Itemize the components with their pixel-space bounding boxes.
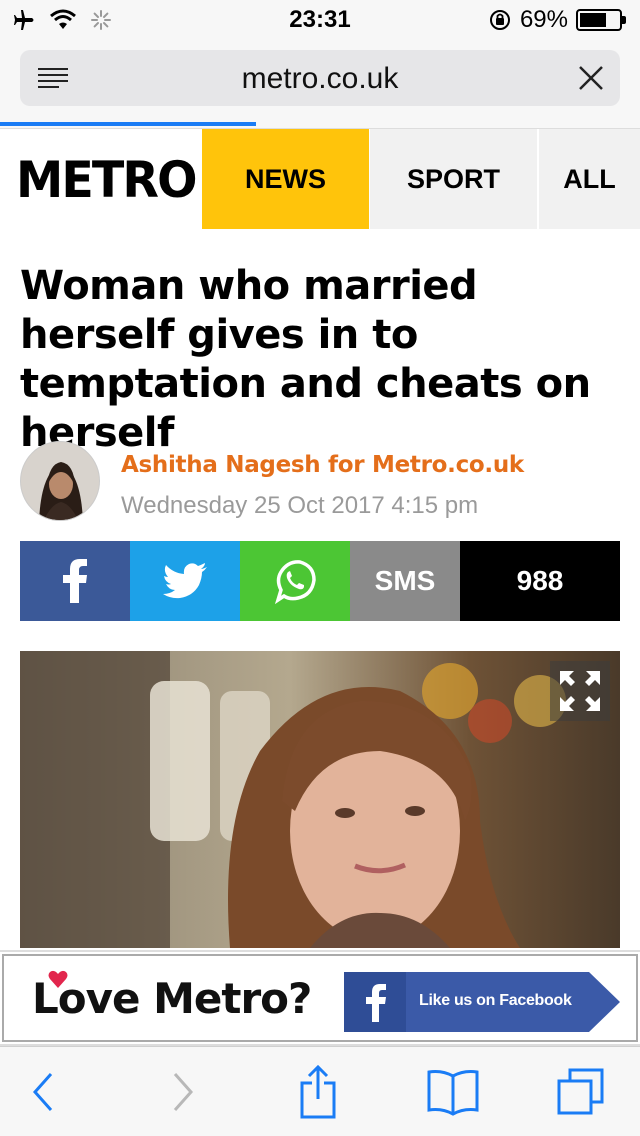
forward-button[interactable] — [158, 1067, 208, 1117]
author-avatar[interactable] — [20, 441, 100, 521]
activity-spinner-icon — [91, 10, 111, 30]
expand-image-button[interactable] — [550, 661, 610, 721]
status-right: 69% — [488, 6, 628, 33]
rotation-lock-icon — [489, 10, 510, 30]
reader-menu-icon[interactable] — [38, 68, 68, 90]
metro-logo[interactable]: METRO — [16, 151, 197, 209]
site-nav: METRO NEWS SPORT ALL — [0, 128, 640, 229]
tab-all[interactable]: ALL — [539, 129, 640, 229]
status-left — [12, 8, 112, 32]
expand-icon — [560, 671, 600, 711]
close-icon[interactable] — [576, 63, 606, 93]
battery-percent: 69% — [519, 6, 568, 33]
share-bar: SMS 988 — [20, 541, 620, 621]
facebook-share-button[interactable] — [20, 541, 130, 621]
whatsapp-icon — [274, 560, 316, 604]
back-button[interactable] — [18, 1067, 68, 1117]
facebook-like-label: Like us on Facebook — [419, 992, 572, 1009]
address-bar[interactable]: metro.co.uk — [20, 50, 620, 106]
tab-news[interactable]: NEWS — [202, 129, 369, 229]
forward-icon — [173, 1073, 194, 1111]
address-bar-container: metro.co.uk — [0, 40, 640, 122]
status-bar: 23:31 69% — [0, 0, 640, 40]
article-headline: Woman who married herself gives in to te… — [20, 263, 591, 456]
facebook-icon — [63, 559, 87, 603]
ad-love-metro-text: Love Metro? — [32, 974, 312, 1023]
heart-icon — [48, 970, 68, 988]
sms-label: SMS — [374, 565, 436, 596]
airplane-icon — [14, 10, 34, 30]
sms-share-button[interactable]: SMS — [350, 541, 460, 621]
address-url: metro.co.uk — [241, 62, 399, 95]
tabs-button[interactable] — [556, 1067, 606, 1117]
wifi-icon — [50, 9, 76, 29]
share-button[interactable] — [293, 1065, 343, 1119]
bookmarks-icon — [427, 1070, 479, 1116]
battery-fill — [580, 13, 607, 27]
share-count: 988 — [460, 541, 620, 621]
tabs-icon — [557, 1068, 604, 1115]
share-count-label: 988 — [516, 565, 564, 596]
whatsapp-share-button[interactable] — [240, 541, 350, 621]
back-icon — [32, 1073, 53, 1111]
ad-inner: Love Metro? Like us on Facebook — [2, 954, 638, 1042]
bookmarks-button[interactable] — [425, 1067, 481, 1117]
twitter-icon — [163, 563, 207, 599]
tab-sport[interactable]: SPORT — [370, 129, 537, 229]
battery-icon — [576, 9, 626, 31]
share-icon — [300, 1065, 336, 1119]
author-name[interactable]: Ashitha Nagesh for Metro.co.uk — [121, 452, 524, 478]
progress-fill — [0, 122, 256, 126]
ad-banner[interactable]: Love Metro? Like us on Facebook — [0, 950, 640, 1046]
twitter-share-button[interactable] — [130, 541, 240, 621]
article-image[interactable] — [20, 651, 620, 948]
publish-date: Wednesday 25 Oct 2017 4:15 pm — [121, 492, 479, 519]
browser-toolbar — [0, 1046, 640, 1136]
